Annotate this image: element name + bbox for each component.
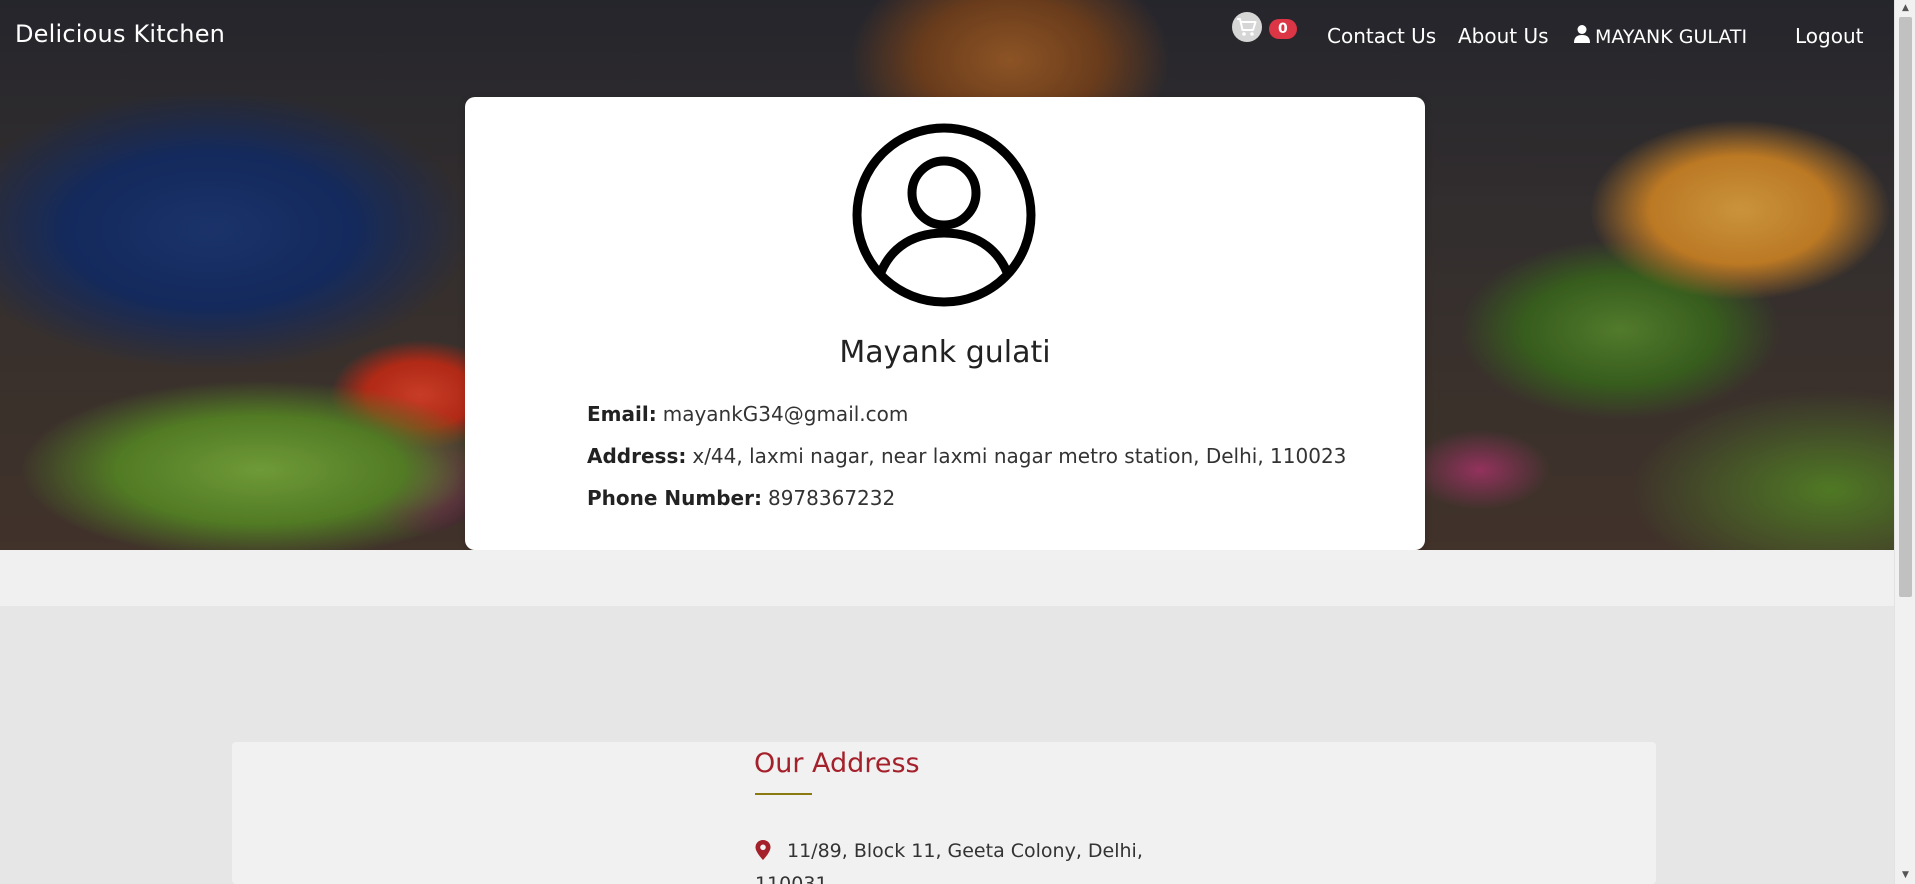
profile-card: Mayank gulati Email: mayankG34@gmail.com … bbox=[465, 97, 1425, 550]
profile-email-row: Email: mayankG34@gmail.com bbox=[587, 402, 908, 426]
scroll-down-arrow-icon[interactable]: ▼ bbox=[1895, 867, 1915, 884]
cart-icon bbox=[1232, 12, 1262, 42]
cart-count-badge: 0 bbox=[1269, 19, 1297, 39]
address-text: 11/89, Block 11, Geeta Colony, Delhi, 11… bbox=[755, 836, 1155, 884]
phone-value: 8978367232 bbox=[767, 486, 896, 510]
title-underline bbox=[755, 793, 812, 795]
map-pin-icon bbox=[755, 839, 771, 869]
logout-button[interactable]: Logout bbox=[1795, 24, 1863, 48]
email-value: mayankG34@gmail.com bbox=[662, 402, 909, 426]
user-icon bbox=[1573, 24, 1591, 49]
avatar-icon bbox=[850, 121, 1038, 309]
scroll-up-arrow-icon[interactable]: ▲ bbox=[1895, 0, 1915, 17]
address-value: x/44, laxmi nagar, near laxmi nagar metr… bbox=[692, 444, 1347, 468]
section-divider bbox=[0, 550, 1894, 606]
our-address-title: Our Address bbox=[754, 748, 920, 779]
navbar: Delicious Kitchen 0 Contact Us About Us … bbox=[0, 0, 1894, 72]
profile-address-row: Address: x/44, laxmi nagar, near laxmi na… bbox=[587, 444, 1346, 468]
nav-about-us[interactable]: About Us bbox=[1458, 24, 1549, 48]
nav-user-profile[interactable]: MAYANK GULATI bbox=[1573, 24, 1747, 49]
profile-phone-row: Phone Number: 8978367232 bbox=[587, 486, 895, 510]
vertical-scrollbar[interactable]: ▲ ▼ bbox=[1894, 0, 1915, 884]
scrollbar-thumb[interactable] bbox=[1899, 17, 1912, 597]
user-name-label: MAYANK GULATI bbox=[1595, 25, 1748, 48]
address-text-value: 11/89, Block 11, Geeta Colony, Delhi, 11… bbox=[755, 840, 1143, 884]
brand-title[interactable]: Delicious Kitchen bbox=[15, 20, 225, 48]
email-label: Email: bbox=[587, 402, 657, 426]
cart-button[interactable]: 0 bbox=[1232, 12, 1297, 44]
profile-name: Mayank gulati bbox=[839, 335, 1051, 370]
phone-label: Phone Number: bbox=[587, 486, 762, 510]
nav-contact-us[interactable]: Contact Us bbox=[1327, 24, 1436, 48]
address-label: Address: bbox=[587, 444, 687, 468]
